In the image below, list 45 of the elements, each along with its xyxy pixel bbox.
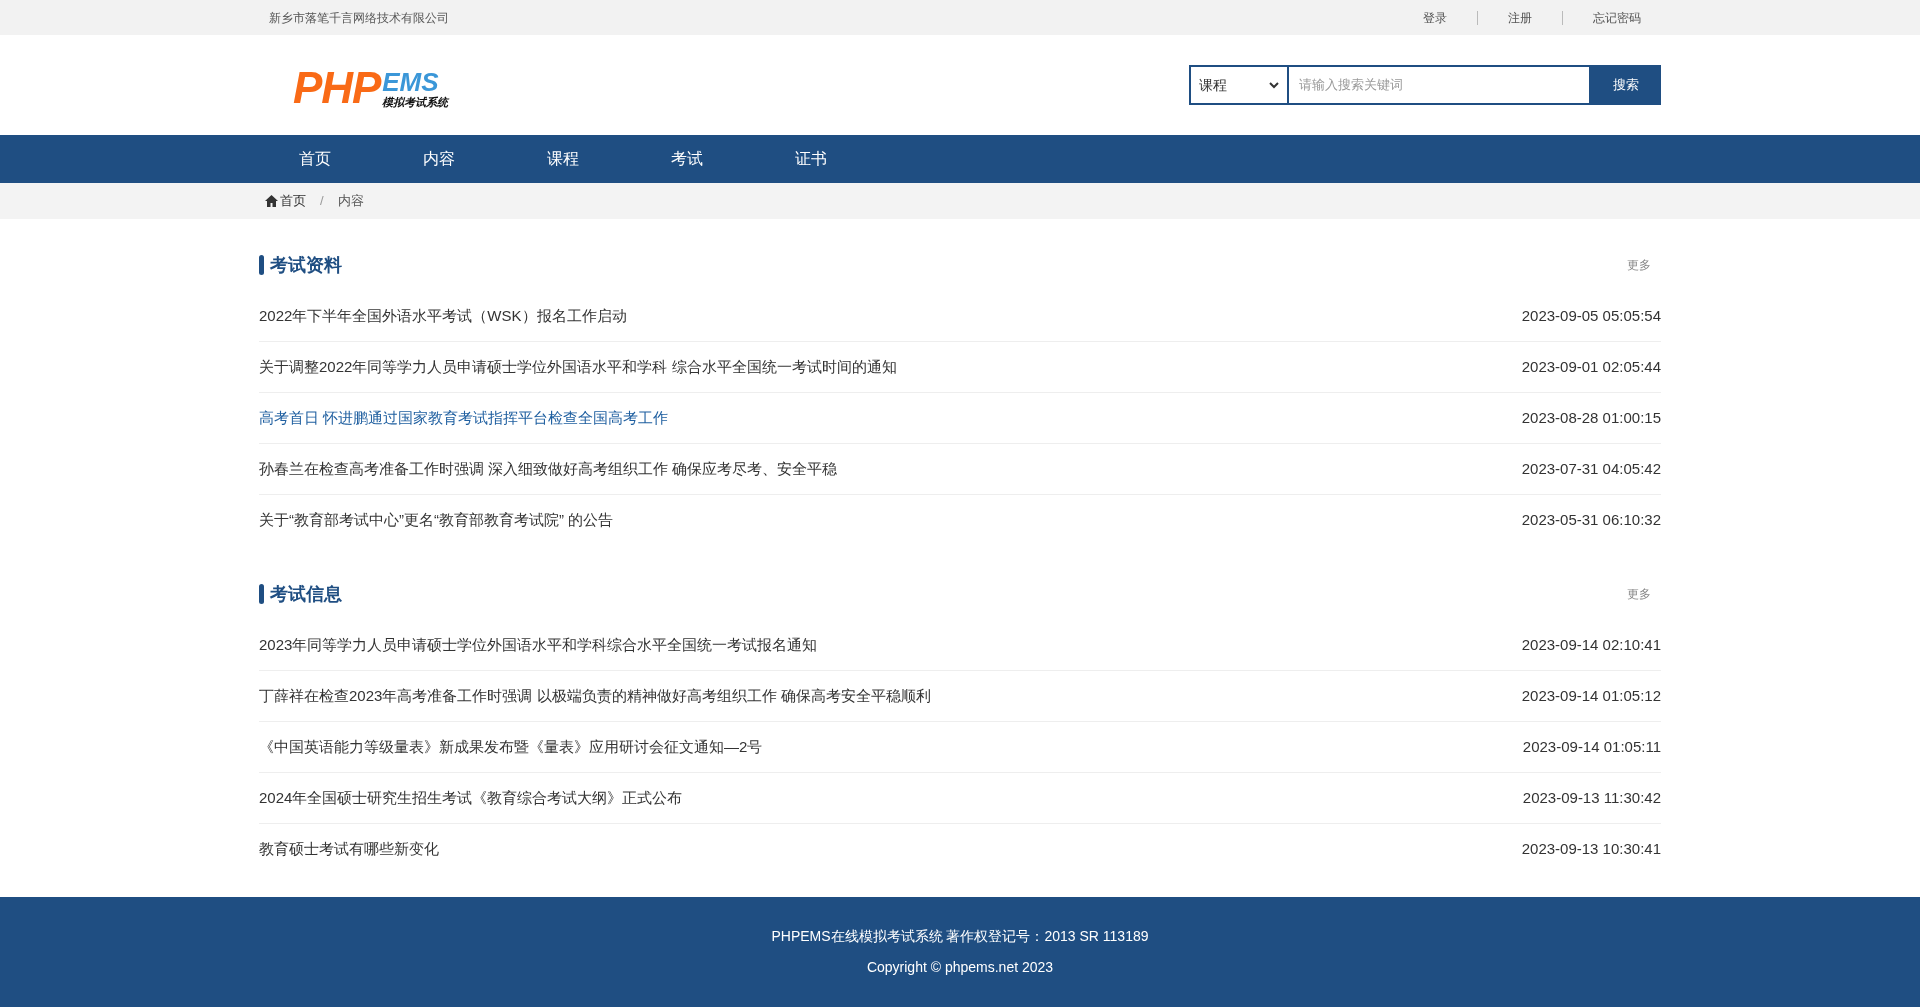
breadcrumb-separator: /: [320, 192, 324, 211]
article-link[interactable]: 孙春兰在检查高考准备工作时强调 深入细致做好高考组织工作 确保应考尽考、安全平稳: [259, 457, 838, 481]
article-date: 2023-09-13 11:30:42: [1522, 787, 1661, 808]
article-date: 2023-09-14 01:05:12: [1521, 685, 1661, 706]
top-link[interactable]: 注册: [1508, 8, 1532, 27]
nav-item[interactable]: 证书: [755, 135, 867, 183]
breadcrumb-link[interactable]: 内容: [337, 191, 364, 211]
footer-text: Copyright © phpems.net 2023: [866, 958, 1054, 977]
article-date: 2023-05-31 06:10:32: [1521, 510, 1661, 531]
article-link[interactable]: 2022年下半年全国外语水平考试（WSK）报名工作启动: [259, 304, 627, 328]
article-date: 2023-07-31 04:05:42: [1521, 458, 1661, 479]
search-field[interactable]: 请输入搜索关键词: [1289, 65, 1591, 105]
top-link[interactable]: 登录: [1423, 8, 1447, 27]
nav-item[interactable]: 首页: [259, 135, 371, 183]
home-icon: [265, 195, 278, 207]
article-link[interactable]: 丁薛祥在检查2023年高考准备工作时强调 以极端负责的精神做好高考组织工作 确保高考安全平稳顺利: [259, 684, 931, 708]
breadcrumb-link[interactable]: 首页: [280, 191, 306, 211]
company-name: 新乡市落笔千言网络技术有限公司: [269, 9, 449, 27]
article-link[interactable]: 关于调整2022年同等学力人员申请硕士学位外国语水平和学科 综合水平全国统一考试时间的通知: [259, 355, 897, 379]
nav-item[interactable]: 考试: [631, 135, 743, 183]
category-select[interactable]: 课程: [1189, 65, 1289, 105]
article-date: 2023-09-14 01:05:11: [1522, 736, 1661, 757]
article-date: 2023-09-05 05:05:54: [1521, 305, 1661, 326]
article-link[interactable]: 2024年全国硕士研究生招生考试《教育综合考试大纲》正式公布: [259, 786, 683, 810]
more-link[interactable]: 更多: [1627, 585, 1651, 603]
article-date: 2023-09-13 10:30:41: [1521, 839, 1661, 860]
section-title: 考试资料: [270, 253, 342, 277]
article-link[interactable]: 教育硕士考试有哪些新变化: [259, 838, 439, 861]
nav-item[interactable]: 课程: [507, 135, 619, 183]
article-link[interactable]: 《中国英语能力等级量表》新成果发布暨《量表》应用研讨会征文通知—2号: [259, 735, 763, 759]
article-date: 2023-08-28 01:00:15: [1521, 407, 1661, 428]
title-accent-bar: [259, 255, 264, 275]
article-link[interactable]: 关于“教育部考试中心”更名“教育部教育考试院” 的公告: [259, 509, 614, 532]
section-title: 考试信息: [270, 582, 342, 606]
top-link[interactable]: 忘记密码: [1593, 8, 1641, 27]
chevron-down-icon: [1269, 81, 1279, 89]
article-date: 2023-09-01 02:05:44: [1521, 356, 1661, 377]
article-link[interactable]: 高考首日 怀进鹏通过国家教育考试指挥平台检查全国高考工作: [259, 406, 669, 430]
article-date: 2023-09-14 02:10:41: [1521, 634, 1661, 655]
title-accent-bar: [259, 584, 264, 604]
article-link[interactable]: 2023年同等学力人员申请硕士学位外国语水平和学科综合水平全国统一考试报名通知: [259, 633, 818, 657]
nav-item[interactable]: 内容: [383, 135, 495, 183]
search-button[interactable]: 搜索: [1591, 65, 1661, 105]
more-link[interactable]: 更多: [1627, 256, 1651, 274]
footer-text: PHPEMS在线模拟考试系统 著作权登记号：2013 SR 113189: [771, 927, 1149, 946]
